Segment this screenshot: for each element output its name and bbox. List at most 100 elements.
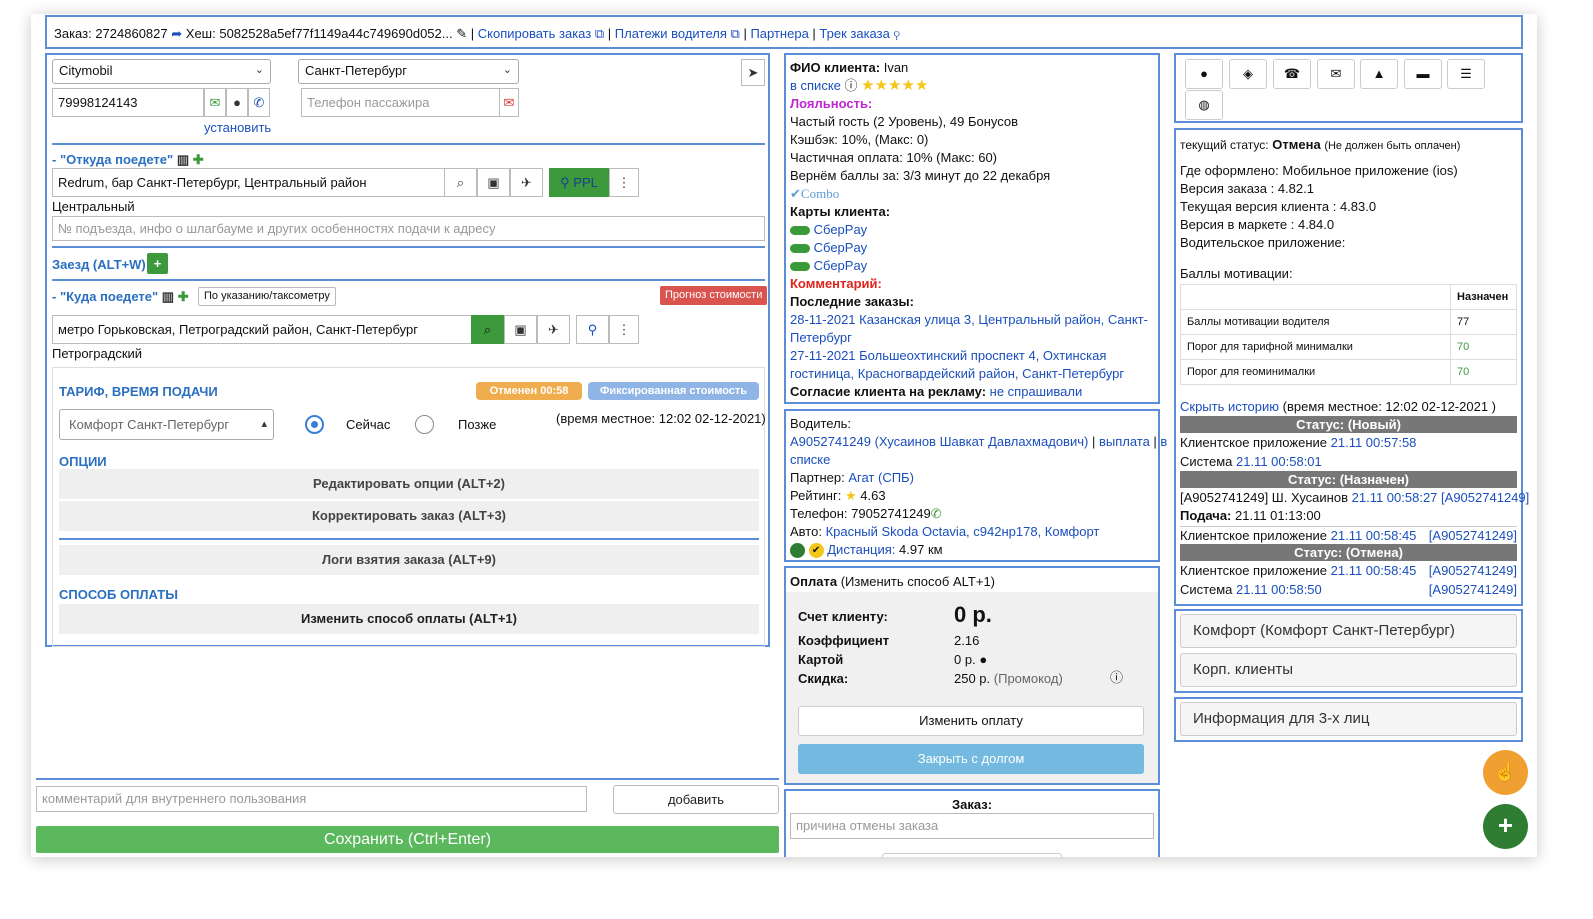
car-icon[interactable]: ◈ <box>1229 59 1267 89</box>
tariff-select[interactable]: Комфорт Санкт-Петербург ▴ <box>59 409 274 440</box>
consent-link[interactable]: не спрашивали <box>990 384 1083 399</box>
order-header: Заказ: 2724860827 ➦ Хеш: 5082528a5ef77f1… <box>45 15 1523 49</box>
last-order-link[interactable]: гостиница, Красногвардейский район, Санк… <box>790 365 1124 383</box>
loyalty-line: Частичная оплата: 10% (Макс: 60) <box>790 150 998 165</box>
bill-amount: 0 р. <box>954 602 992 627</box>
chevron-down-icon: ⌄ <box>254 64 264 76</box>
sms-icon[interactable]: ✉ <box>204 88 226 117</box>
feedback-icon[interactable]: ☝ <box>1483 750 1528 795</box>
sberpay-icon <box>790 262 810 272</box>
order-track-link[interactable]: Трек заказа <box>819 26 889 41</box>
driver-in-list-link[interactable]: списке <box>790 451 830 469</box>
train-icon[interactable]: ▣ <box>477 168 510 197</box>
list-icon[interactable]: ☰ <box>1447 59 1485 89</box>
map-pin-icon[interactable]: ⚲ <box>576 315 609 344</box>
passenger-phone-input[interactable]: Телефон пассажира <box>301 88 501 117</box>
to-address-input[interactable]: метро Горьковская, Петроградский район, … <box>52 315 472 344</box>
correct-order-button[interactable]: Корректировать заказ (ALT+3) <box>59 501 759 531</box>
phone-icon: ✆ <box>930 506 942 521</box>
add-comment-button[interactable]: добавить <box>613 785 779 814</box>
order-cancel-panel: Заказ: причина отмены заказа <box>784 789 1160 857</box>
now-radio[interactable] <box>305 415 324 434</box>
chat-icon[interactable]: ▬ <box>1404 59 1442 89</box>
phone-icon[interactable]: ☎ <box>1273 59 1311 89</box>
tariff-info-panel: Комфорт (Комфорт Санкт-Петербург) Корп. … <box>1174 609 1523 693</box>
online-status-icon <box>790 543 805 559</box>
send-icon[interactable]: ➤ <box>741 59 765 86</box>
train-icon[interactable]: ▣ <box>504 315 537 344</box>
from-address-input[interactable]: Redrum, бар Санкт-Петербург, Центральный… <box>52 168 445 197</box>
mail-icon[interactable]: ✉ <box>1317 59 1355 89</box>
driver-in-list-link[interactable]: в <box>1160 434 1167 449</box>
client-in-list-link[interactable]: в списке <box>790 78 841 93</box>
ppl-button[interactable]: ⚲ PPL <box>549 168 609 197</box>
copy-hash-icon[interactable]: ✎ <box>456 26 467 41</box>
corporate-clients-button[interactable]: Корп. клиенты <box>1180 653 1517 687</box>
loyalty-line: Частый гость (2 Уровень), 49 Бонусов <box>790 114 1019 129</box>
internal-comment-input[interactable]: комментарий для внутреннего пользования <box>36 786 587 812</box>
tariff-info-button[interactable]: Комфорт (Комфорт Санкт-Петербург) <box>1180 614 1517 648</box>
search-icon[interactable]: ⌕ <box>444 168 477 197</box>
partner-link[interactable]: Партнера <box>750 26 808 41</box>
hide-history-link[interactable]: Скрыть историю <box>1180 399 1279 414</box>
search-icon[interactable]: ⌕ <box>471 315 504 344</box>
car-link[interactable]: Красный Skoda Octavia, с942нр178, Комфор… <box>826 524 1100 539</box>
add-stop-button[interactable]: + <box>147 253 168 274</box>
later-radio[interactable] <box>415 415 434 434</box>
city-select[interactable]: Санкт-Петербург ⌄ <box>298 59 519 84</box>
warning-icon[interactable]: ▲ <box>1360 59 1398 89</box>
card-item[interactable]: СберPay <box>814 240 868 255</box>
save-button[interactable]: Сохранить (Ctrl+Enter) <box>36 826 779 853</box>
globe-icon[interactable]: ◍ <box>1185 90 1223 120</box>
entrance-info-textarea[interactable]: № подъезда, инфо о шлагбауме и других ос… <box>52 216 765 241</box>
close-with-debt-button[interactable]: Закрыть с долгом <box>798 744 1144 774</box>
change-payment-button[interactable]: Изменить способ оплаты (ALT+1) <box>59 604 759 634</box>
more-icon[interactable]: ⋮ <box>609 168 639 197</box>
cancel-order-button[interactable] <box>882 853 1062 857</box>
client-phone-input[interactable]: 79998124143 <box>52 88 204 117</box>
partner-link[interactable]: Агат (СПБ) <box>848 470 914 485</box>
plane-icon[interactable]: ✈ <box>537 315 570 344</box>
cancel-reason-input[interactable]: причина отмены заказа <box>790 813 1154 839</box>
price-forecast-button[interactable]: Прогноз стоимости <box>660 286 768 305</box>
sberpay-icon <box>790 244 810 254</box>
driver-link[interactable]: А9052741249 (Хусаинов Шавкат Давлахмадов… <box>790 434 1088 449</box>
order-window: Заказ: 2724860827 ➦ Хеш: 5082528a5ef77f1… <box>31 14 1537 857</box>
more-icon[interactable]: ⋮ <box>609 315 639 344</box>
plane-icon[interactable]: ✈ <box>510 168 543 197</box>
map-pin-icon: ⚲ <box>560 175 570 190</box>
third-party-info-button[interactable]: Информация для 3-х лиц <box>1180 702 1517 736</box>
last-order-link[interactable]: 28-11-2021 Казанская улица 3, Центральны… <box>790 311 1148 329</box>
star-icon: ★ <box>844 488 857 503</box>
phone-icon[interactable]: ✆ <box>248 88 270 117</box>
info-icon[interactable]: ⓘ <box>1110 669 1123 687</box>
coefficient-value: 2.16 <box>954 633 980 648</box>
status-panel: текущий статус: Отмена (Не должен быть о… <box>1174 128 1529 606</box>
add-button[interactable]: + <box>1483 804 1528 849</box>
sms-icon[interactable]: ✉ <box>499 88 519 117</box>
distance-link[interactable]: Дистанция: <box>827 542 895 557</box>
card-item[interactable]: СберPay <box>814 258 868 273</box>
client-panel: ФИО клиента: Ivan в списке ⓘ ★★★★★ Лояль… <box>784 53 1160 404</box>
copy-order-link[interactable]: Скопировать заказ <box>478 26 591 41</box>
table-row: Порог для тарифной минималки 70 <box>1180 334 1517 360</box>
driver-payments-link[interactable]: Платежи водителя <box>615 26 727 41</box>
user-icon[interactable]: ● <box>1185 59 1223 89</box>
last-order-link[interactable]: 27-11-2021 Большеохтинский проспект 4, О… <box>790 347 1106 365</box>
loyalty-line: Вернём баллы за: 3/3 минут до 22 декабря <box>790 168 1051 183</box>
payout-link[interactable]: выплата <box>1099 434 1150 449</box>
map-pin-icon: ⚲ <box>893 26 900 41</box>
set-phone-link[interactable]: установить <box>204 120 271 135</box>
comment-label: Комментарий: <box>790 276 882 291</box>
share-icon[interactable]: ➦ <box>171 26 182 41</box>
by-meter-button[interactable]: По указанию/таксометру <box>198 287 336 306</box>
edit-options-button[interactable]: Редактировать опции (ALT+2) <box>59 469 759 499</box>
change-payment-button[interactable]: Изменить оплату <box>798 706 1144 736</box>
card-item[interactable]: СберPay <box>814 222 868 237</box>
order-logs-button[interactable]: Логи взятия заказа (ALT+9) <box>59 545 759 575</box>
action-icons-panel: ● ◈ ☎ ✉ ▲ ▬ ☰ ◍ <box>1174 53 1523 123</box>
sberpay-icon <box>790 226 810 236</box>
last-order-link[interactable]: Петербург <box>790 329 852 347</box>
service-select[interactable]: Citymobil ⌄ <box>52 59 271 84</box>
user-icon[interactable]: ● <box>226 88 248 117</box>
